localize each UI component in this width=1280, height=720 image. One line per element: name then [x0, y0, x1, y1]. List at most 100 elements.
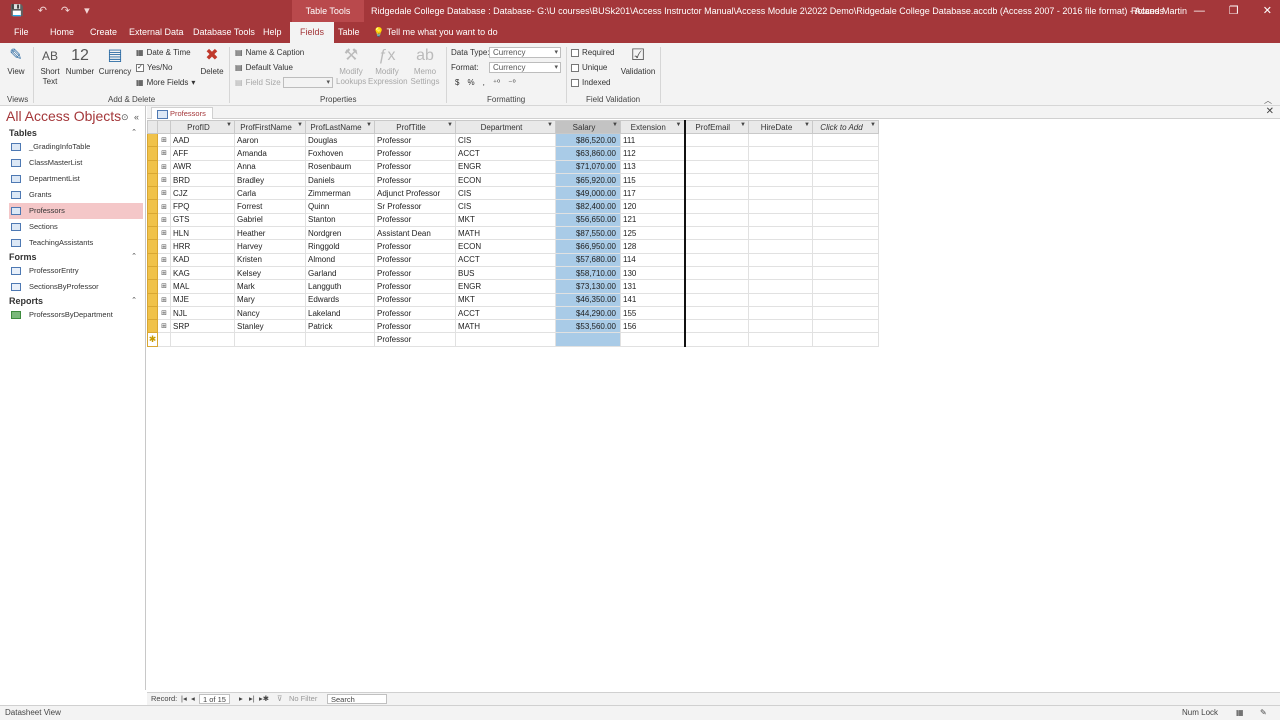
table-cell[interactable]: ECON	[455, 239, 556, 254]
table-cell[interactable]: $65,920.00	[555, 172, 621, 188]
nav-item-gradinginfotable[interactable]: _GradingInfoTable	[9, 139, 143, 155]
no-filter-label[interactable]: No Filter	[289, 694, 317, 703]
current-record-input[interactable]: 1 of 15	[199, 694, 230, 704]
table-cell[interactable]	[684, 146, 749, 161]
short-text-button[interactable]: AB Short Text	[38, 47, 62, 87]
sort-filter-arrow-icon[interactable]: ▼	[297, 122, 303, 128]
table-cell[interactable]: $53,560.00	[555, 319, 621, 334]
table-cell[interactable]	[812, 305, 879, 321]
table-cell[interactable]: Anna	[234, 159, 306, 174]
table-row[interactable]: ⊞ SRP Stanley Patrick Professor MATH $53,560.0…	[147, 319, 879, 334]
table-cell[interactable]	[684, 239, 749, 254]
sort-filter-arrow-icon[interactable]: ▼	[676, 122, 682, 128]
table-cell[interactable]	[812, 226, 879, 241]
table-cell[interactable]: Rosenbaum	[305, 159, 375, 174]
last-record-icon[interactable]: ▸|	[249, 694, 255, 703]
expand-subdatasheet-icon[interactable]: ⊞	[157, 252, 171, 267]
row-selector[interactable]	[147, 239, 158, 254]
table-cell[interactable]: $73,130.00	[555, 279, 621, 294]
increase-decimals-icon[interactable]: ⁺⁰	[493, 78, 500, 87]
table-cell[interactable]: Professor	[374, 159, 456, 174]
table-cell[interactable]	[812, 146, 879, 161]
column-header-department[interactable]: Department ▼	[455, 120, 556, 134]
nav-section-forms[interactable]: Forms ⌃	[9, 252, 137, 262]
table-cell[interactable]: Professor	[374, 305, 456, 321]
sort-filter-arrow-icon[interactable]: ▼	[226, 122, 232, 128]
table-cell[interactable]: 128	[620, 239, 686, 254]
table-cell[interactable]	[684, 279, 749, 294]
document-tab-professors[interactable]: Professors	[151, 107, 213, 119]
table-cell[interactable]: 130	[620, 265, 686, 281]
column-header-hiredate[interactable]: HireDate ▼	[748, 120, 813, 134]
table-cell[interactable]: Harvey	[234, 239, 306, 254]
table-cell[interactable]: Lakeland	[305, 305, 375, 321]
column-header-extension[interactable]: Extension ▼	[620, 120, 686, 134]
table-cell[interactable]	[170, 332, 235, 347]
column-header-click-to-add[interactable]: Click to Add ▼	[812, 120, 879, 134]
nav-section-tables[interactable]: Tables ⌃	[9, 128, 137, 138]
table-cell[interactable]: $46,350.00	[555, 292, 621, 307]
view-button[interactable]: ✎ View	[4, 47, 28, 77]
table-cell[interactable]: Nancy	[234, 305, 306, 321]
table-cell[interactable]: 156	[620, 319, 686, 334]
column-header-proftitle[interactable]: ProfTitle ▼	[374, 120, 456, 134]
nav-item-classmasterlist[interactable]: ClassMasterList	[9, 155, 143, 171]
table-cell[interactable]: AAD	[170, 132, 235, 148]
search-input[interactable]: Search	[327, 694, 387, 704]
table-cell[interactable]: Foxhoven	[305, 146, 375, 161]
row-selector[interactable]	[147, 199, 158, 214]
table-cell[interactable]: Zimmerman	[305, 186, 375, 201]
table-cell[interactable]: 141	[620, 292, 686, 307]
table-cell[interactable]	[748, 279, 813, 294]
save-icon[interactable]: 💾	[10, 4, 24, 17]
table-cell[interactable]: Stanton	[305, 212, 375, 228]
table-row[interactable]: ⊞ NJL Nancy Lakeland Professor ACCT $44,290.00…	[147, 305, 879, 321]
sort-filter-arrow-icon[interactable]: ▼	[870, 122, 876, 128]
table-cell[interactable]: Professor	[374, 239, 456, 254]
table-cell[interactable]	[748, 292, 813, 307]
tab-database-tools[interactable]: Database Tools	[191, 22, 257, 43]
table-cell[interactable]: Professor	[374, 332, 456, 347]
nav-item-professorsbydepartment[interactable]: ProfessorsByDepartment	[9, 307, 143, 323]
table-cell[interactable]: 114	[620, 252, 686, 267]
table-row[interactable]: ⊞ BRD Bradley Daniels Professor ECON $65,920.0…	[147, 172, 879, 188]
table-cell[interactable]: Almond	[305, 252, 375, 267]
table-cell[interactable]: $87,550.00	[555, 226, 621, 241]
table-cell[interactable]: MKT	[455, 212, 556, 228]
table-cell[interactable]	[748, 146, 813, 161]
table-row[interactable]: ⊞ GTS Gabriel Stanton Professor MKT $56,650.00…	[147, 212, 879, 228]
table-cell[interactable]: Professor	[374, 292, 456, 307]
table-row[interactable]: ⊞ HRR Harvey Ringgold Professor ECON $66,950.0…	[147, 239, 879, 254]
expand-subdatasheet-icon[interactable]: ⊞	[157, 279, 171, 294]
table-row[interactable]: ⊞ CJZ Carla Zimmerman Adjunct Professor CIS $4…	[147, 186, 879, 201]
table-cell[interactable]: MJE	[170, 292, 235, 307]
indexed-checkbox[interactable]: Indexed	[571, 78, 610, 87]
expand-subdatasheet-icon[interactable]: ⊞	[157, 305, 171, 321]
table-cell[interactable]: 117	[620, 186, 686, 201]
new-record-row[interactable]: ✱ Professor	[147, 332, 879, 347]
table-row[interactable]: ⊞ AFF Amanda Foxhoven Professor ACCT $63,860.0…	[147, 146, 879, 161]
nav-item-grants[interactable]: Grants	[9, 187, 143, 203]
table-cell[interactable]	[812, 186, 879, 201]
table-cell[interactable]	[684, 212, 749, 228]
table-cell[interactable]: 115	[620, 172, 686, 188]
nav-item-teachingassistants[interactable]: TeachingAssistants	[9, 235, 143, 251]
column-header-salary[interactable]: Salary ▼	[555, 120, 621, 134]
table-cell[interactable]	[455, 332, 556, 347]
table-cell[interactable]	[748, 252, 813, 267]
new-record-icon[interactable]: ✱	[147, 332, 158, 347]
table-cell[interactable]: $57,680.00	[555, 252, 621, 267]
table-cell[interactable]	[748, 172, 813, 188]
table-cell[interactable]: MAL	[170, 279, 235, 294]
table-cell[interactable]	[812, 319, 879, 334]
sort-filter-arrow-icon[interactable]: ▼	[612, 122, 618, 128]
table-cell[interactable]: Professor	[374, 252, 456, 267]
row-selector[interactable]	[147, 279, 158, 294]
number-button[interactable]: 12 Number	[64, 47, 96, 77]
table-cell[interactable]: CJZ	[170, 186, 235, 201]
table-cell[interactable]: $71,070.00	[555, 159, 621, 174]
table-cell[interactable]: ACCT	[455, 252, 556, 267]
row-selector[interactable]	[147, 265, 158, 281]
table-cell[interactable]: Professor	[374, 265, 456, 281]
search-options-icon[interactable]: ⊙	[121, 112, 129, 123]
